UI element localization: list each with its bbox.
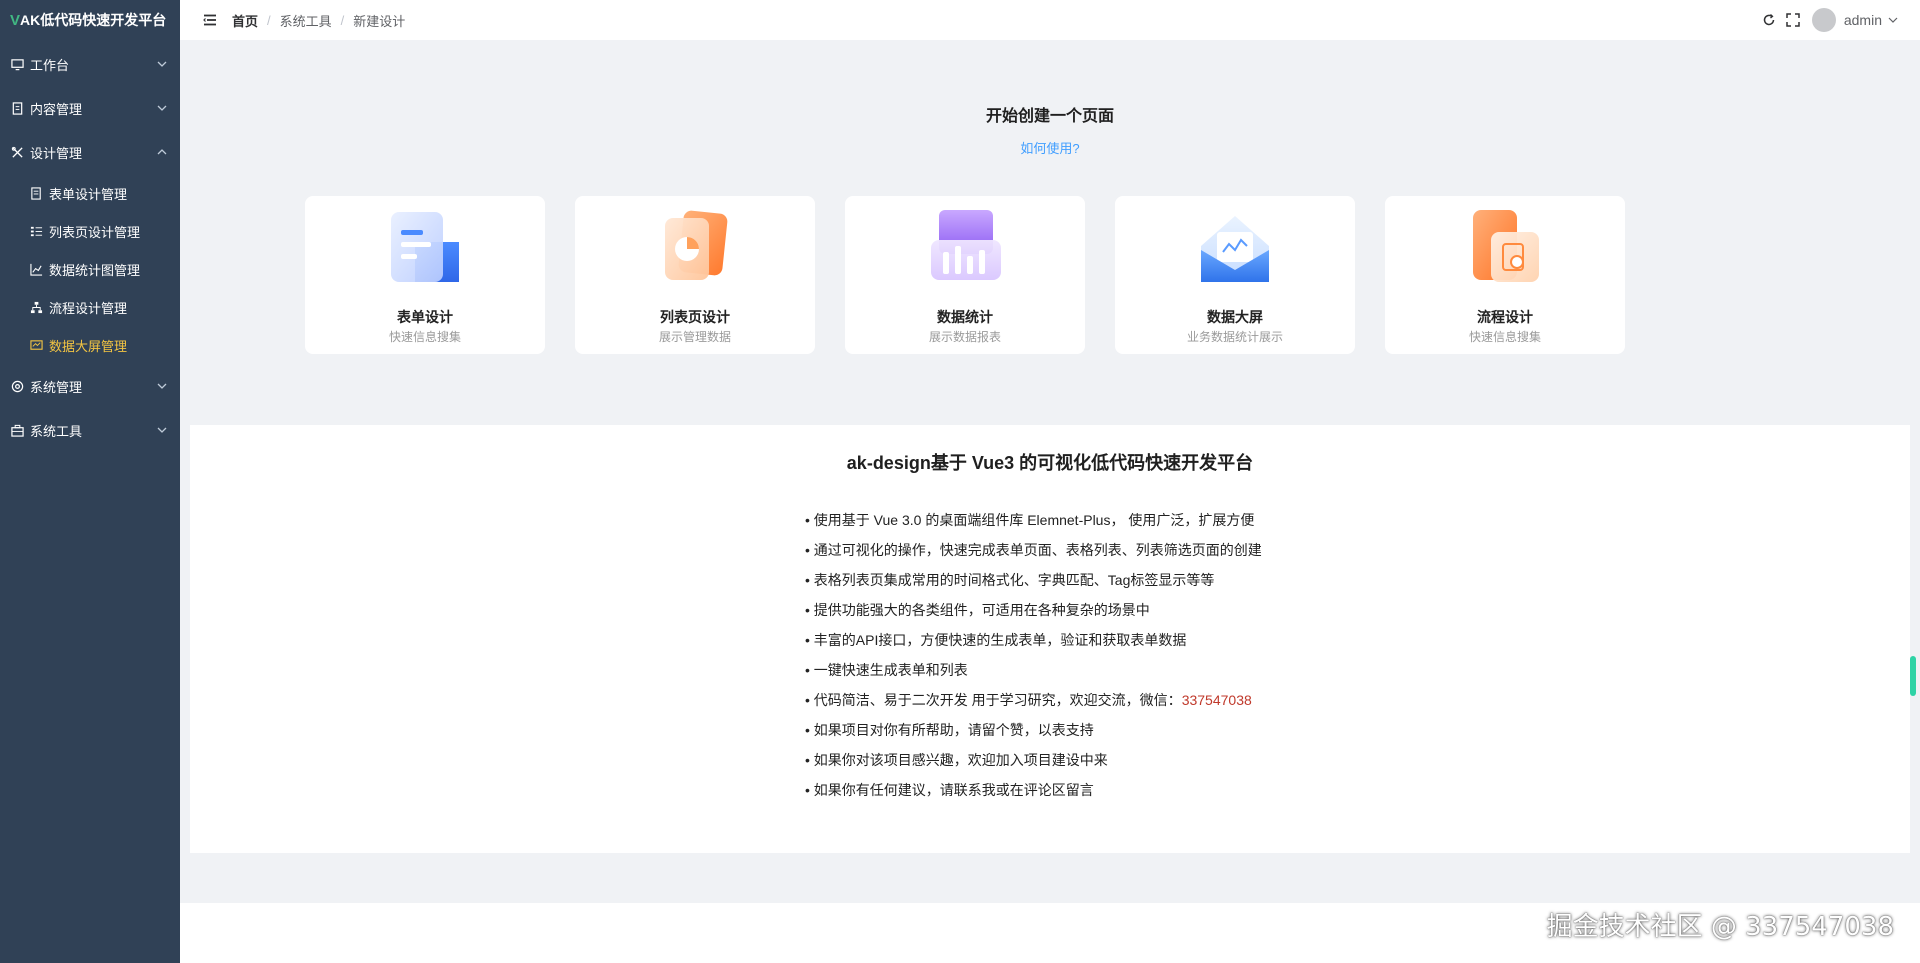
feature-list: 使用基于 Vue 3.0 的桌面端组件库 Elemnet-Plus， 使用广泛，…: [805, 509, 1262, 809]
flow-illustration-icon: [1473, 210, 1539, 282]
app-logo[interactable]: V AK低代码快速开发平台: [0, 0, 180, 40]
sidebar-item-screen-design[interactable]: 数据大屏管理: [0, 326, 180, 364]
card-flow-design[interactable]: 流程设计 快速信息搜集: [1385, 196, 1625, 354]
breadcrumb-current: 新建设计: [353, 13, 406, 29]
list-item: 如果你有任何建议，请联系我或在评论区留言: [805, 779, 1262, 809]
list-item: 使用基于 Vue 3.0 的桌面端组件库 Elemnet-Plus， 使用广泛，…: [805, 509, 1262, 539]
list-item: 丰富的API接口，方便快速的生成表单，验证和获取表单数据: [805, 629, 1262, 659]
card-title: 流程设计: [1477, 309, 1533, 325]
top-header: 首页 / 系统工具 / 新建设计 admin: [180, 0, 1920, 40]
card-form-design[interactable]: 表单设计 快速信息搜集: [305, 196, 545, 354]
envelope-screen-illustration-icon: [1201, 216, 1269, 282]
breadcrumb-home[interactable]: 首页: [232, 11, 258, 30]
menu-system-tools-label: 系统工具: [30, 423, 83, 439]
list-item: 一键快速生成表单和列表: [805, 659, 1262, 689]
refresh-icon[interactable]: [1762, 13, 1776, 27]
breadcrumb-system-tools[interactable]: 系统工具: [280, 11, 332, 30]
toolbox-icon: [10, 423, 24, 437]
list-item-wechat: 代码简洁、易于二次开发 用于学习研究，欢迎交流，微信：337547038: [805, 689, 1262, 719]
menu-design-label: 设计管理: [30, 145, 83, 161]
menu-content-label: 内容管理: [30, 101, 83, 117]
fullscreen-icon[interactable]: [1786, 13, 1800, 27]
chevron-down-icon: [157, 61, 167, 67]
breadcrumb: 首页 / 系统工具 / 新建设计: [232, 11, 405, 30]
document-icon: [10, 101, 24, 115]
list-icon: [30, 225, 43, 238]
card-title: 表单设计: [397, 309, 453, 325]
card-title: 数据统计: [937, 309, 993, 325]
card-title: 数据大屏: [1207, 309, 1263, 325]
header-actions: admin: [1752, 0, 1898, 40]
menu-system[interactable]: 系统管理: [0, 364, 180, 408]
card-subtitle: 快速信息搜集: [388, 330, 461, 344]
breadcrumb-separator: /: [267, 12, 271, 28]
monitor-icon: [10, 57, 24, 71]
intro-panel: ak-design基于 Vue3 的可视化低代码快速开发平台 使用基于 Vue …: [190, 425, 1910, 853]
sidebar-item-label: 列表页设计管理: [49, 224, 141, 240]
sidebar-item-label: 数据大屏管理: [49, 338, 128, 354]
watermark: 掘金技术社区 @ 337547038: [1546, 912, 1894, 942]
list-item: 如果你对该项目感兴趣，欢迎加入项目建设中来: [805, 749, 1262, 779]
hamburger-icon[interactable]: [202, 12, 218, 28]
form-illustration-icon: [391, 212, 459, 282]
list-item: 如果项目对你有所帮助，请留个赞，以表支持: [805, 719, 1262, 749]
sidebar-item-label: 流程设计管理: [49, 300, 128, 316]
menu-workbench-label: 工作台: [30, 57, 70, 73]
menu-system-tools[interactable]: 系统工具: [0, 408, 180, 452]
intro-title: ak-design基于 Vue3 的可视化低代码快速开发平台: [846, 453, 1254, 473]
sidebar-item-form-design[interactable]: 表单设计管理: [0, 174, 180, 212]
menu-workbench[interactable]: 工作台: [0, 42, 180, 86]
sidebar-item-list-design[interactable]: 列表页设计管理: [0, 212, 180, 250]
card-title: 列表页设计: [660, 309, 730, 325]
list-item-text: 代码简洁、易于二次开发 用于学习研究，欢迎交流，微信：: [813, 692, 1182, 708]
scrollbar-thumb[interactable]: [1910, 656, 1916, 696]
menu-content[interactable]: 内容管理: [0, 86, 180, 130]
logo-mark: V: [10, 11, 21, 29]
gear-icon: [10, 379, 24, 393]
list-item: 提供功能强大的各类组件，可适用在各种复杂的场景中: [805, 599, 1262, 629]
sidebar-item-label: 表单设计管理: [49, 186, 128, 202]
wechat-id: 337547038: [1181, 692, 1252, 708]
menu-design[interactable]: 设计管理: [0, 130, 180, 174]
list-item: 表格列表页集成常用的时间格式化、字典匹配、Tag标签显示等等: [805, 569, 1262, 599]
card-subtitle: 快速信息搜集: [1468, 330, 1541, 344]
how-to-use-link[interactable]: 如何使用?: [180, 138, 1920, 157]
form-icon: [30, 186, 43, 200]
username[interactable]: admin: [1844, 12, 1882, 28]
chevron-down-icon: [157, 105, 167, 111]
list-item: 通过可视化的操作，快速完成表单页面、表格列表、列表筛选页面的创建: [805, 539, 1262, 569]
page-title: 开始创建一个页面: [985, 108, 1114, 125]
avatar[interactable]: [1811, 8, 1836, 32]
card-data-screen[interactable]: 数据大屏 业务数据统计展示: [1115, 196, 1355, 354]
sidebar-item-chart-design[interactable]: 数据统计图管理: [0, 250, 180, 288]
breadcrumb-separator: /: [340, 12, 345, 28]
chevron-down-icon: [157, 427, 167, 433]
card-subtitle: 业务数据统计展示: [1186, 330, 1283, 344]
chevron-down-icon[interactable]: [1888, 15, 1898, 25]
sidebar: V AK低代码快速开发平台 工作台 内容管理 设计管理 表单设计管理 列表页设计…: [0, 0, 180, 963]
card-subtitle: 展示数据报表: [928, 330, 1001, 344]
card-list-design[interactable]: 列表页设计 展示管理数据: [575, 196, 815, 354]
bar-chart-illustration-icon: [931, 210, 1001, 280]
chevron-up-icon: [157, 149, 167, 155]
flow-icon: [30, 301, 43, 314]
card-data-stats[interactable]: 数据统计 展示数据报表: [845, 196, 1085, 354]
logo-text: AK低代码快速开发平台: [20, 12, 167, 28]
tools-icon: [10, 145, 24, 159]
design-cards: 表单设计 快速信息搜集 列表页设计 展示管理数据 数据统计 展示数据报表 数据大…: [305, 196, 1625, 354]
sidebar-item-flow-design[interactable]: 流程设计管理: [0, 288, 180, 326]
line-chart-icon: [30, 263, 43, 276]
screen-icon: [30, 339, 43, 352]
chevron-down-icon: [157, 383, 167, 389]
card-subtitle: 展示管理数据: [658, 330, 731, 344]
sidebar-item-label: 数据统计图管理: [49, 262, 141, 278]
pie-document-illustration-icon: [665, 210, 728, 280]
menu-system-label: 系统管理: [30, 379, 83, 395]
